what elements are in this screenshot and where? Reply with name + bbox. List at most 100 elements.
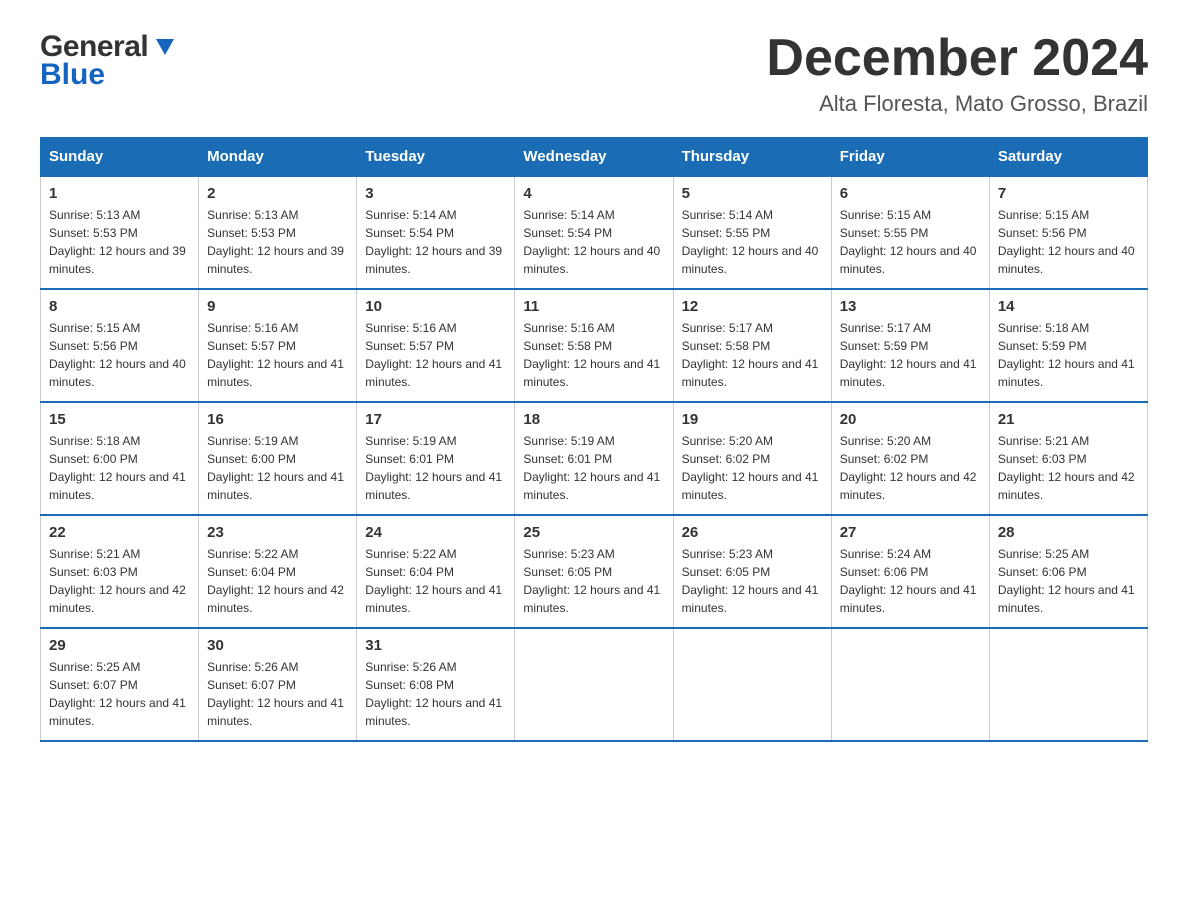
- day-info: Sunrise: 5:19 AM Sunset: 6:01 PM Dayligh…: [523, 432, 664, 504]
- day-info: Sunrise: 5:15 AM Sunset: 5:56 PM Dayligh…: [998, 206, 1139, 278]
- day-number: 19: [682, 411, 823, 428]
- day-number: 18: [523, 411, 664, 428]
- day-info: Sunrise: 5:19 AM Sunset: 6:01 PM Dayligh…: [365, 432, 506, 504]
- day-number: 3: [365, 185, 506, 202]
- day-info: Sunrise: 5:20 AM Sunset: 6:02 PM Dayligh…: [840, 432, 981, 504]
- day-info: Sunrise: 5:15 AM Sunset: 5:56 PM Dayligh…: [49, 319, 190, 391]
- day-info: Sunrise: 5:14 AM Sunset: 5:55 PM Dayligh…: [682, 206, 823, 278]
- day-info: Sunrise: 5:13 AM Sunset: 5:53 PM Dayligh…: [207, 206, 348, 278]
- day-info: Sunrise: 5:18 AM Sunset: 6:00 PM Dayligh…: [49, 432, 190, 504]
- calendar-cell: 20 Sunrise: 5:20 AM Sunset: 6:02 PM Dayl…: [831, 402, 989, 515]
- calendar-header-tuesday: Tuesday: [357, 138, 515, 177]
- calendar-header-sunday: Sunday: [41, 138, 199, 177]
- logo-arrow-icon: [150, 33, 180, 63]
- day-info: Sunrise: 5:14 AM Sunset: 5:54 PM Dayligh…: [365, 206, 506, 278]
- logo: General Blue: [40, 30, 180, 90]
- calendar-cell: 12 Sunrise: 5:17 AM Sunset: 5:58 PM Dayl…: [673, 289, 831, 402]
- day-info: Sunrise: 5:13 AM Sunset: 5:53 PM Dayligh…: [49, 206, 190, 278]
- calendar-cell: 17 Sunrise: 5:19 AM Sunset: 6:01 PM Dayl…: [357, 402, 515, 515]
- day-number: 17: [365, 411, 506, 428]
- day-info: Sunrise: 5:18 AM Sunset: 5:59 PM Dayligh…: [998, 319, 1139, 391]
- calendar-cell: 5 Sunrise: 5:14 AM Sunset: 5:55 PM Dayli…: [673, 176, 831, 289]
- month-title: December 2024: [766, 30, 1148, 87]
- day-info: Sunrise: 5:25 AM Sunset: 6:07 PM Dayligh…: [49, 658, 190, 730]
- calendar-cell: 31 Sunrise: 5:26 AM Sunset: 6:08 PM Dayl…: [357, 628, 515, 741]
- day-number: 16: [207, 411, 348, 428]
- calendar-cell: 6 Sunrise: 5:15 AM Sunset: 5:55 PM Dayli…: [831, 176, 989, 289]
- day-number: 9: [207, 298, 348, 315]
- calendar-cell: 16 Sunrise: 5:19 AM Sunset: 6:00 PM Dayl…: [199, 402, 357, 515]
- calendar-cell: [831, 628, 989, 741]
- day-info: Sunrise: 5:24 AM Sunset: 6:06 PM Dayligh…: [840, 545, 981, 617]
- calendar-table: SundayMondayTuesdayWednesdayThursdayFrid…: [40, 137, 1148, 742]
- day-number: 4: [523, 185, 664, 202]
- day-info: Sunrise: 5:23 AM Sunset: 6:05 PM Dayligh…: [523, 545, 664, 617]
- page-header: General Blue December 2024 Alta Floresta…: [40, 30, 1148, 117]
- calendar-cell: 10 Sunrise: 5:16 AM Sunset: 5:57 PM Dayl…: [357, 289, 515, 402]
- day-number: 15: [49, 411, 190, 428]
- day-info: Sunrise: 5:22 AM Sunset: 6:04 PM Dayligh…: [365, 545, 506, 617]
- calendar-cell: 14 Sunrise: 5:18 AM Sunset: 5:59 PM Dayl…: [989, 289, 1147, 402]
- day-number: 28: [998, 524, 1139, 541]
- day-number: 13: [840, 298, 981, 315]
- calendar-cell: [673, 628, 831, 741]
- day-number: 5: [682, 185, 823, 202]
- calendar-cell: 11 Sunrise: 5:16 AM Sunset: 5:58 PM Dayl…: [515, 289, 673, 402]
- calendar-week-2: 8 Sunrise: 5:15 AM Sunset: 5:56 PM Dayli…: [41, 289, 1148, 402]
- day-number: 1: [49, 185, 190, 202]
- day-info: Sunrise: 5:16 AM Sunset: 5:57 PM Dayligh…: [365, 319, 506, 391]
- calendar-cell: 23 Sunrise: 5:22 AM Sunset: 6:04 PM Dayl…: [199, 515, 357, 628]
- day-number: 25: [523, 524, 664, 541]
- day-number: 30: [207, 637, 348, 654]
- title-block: December 2024 Alta Floresta, Mato Grosso…: [766, 30, 1148, 117]
- day-number: 10: [365, 298, 506, 315]
- day-info: Sunrise: 5:26 AM Sunset: 6:08 PM Dayligh…: [365, 658, 506, 730]
- calendar-header-row: SundayMondayTuesdayWednesdayThursdayFrid…: [41, 138, 1148, 177]
- calendar-cell: 21 Sunrise: 5:21 AM Sunset: 6:03 PM Dayl…: [989, 402, 1147, 515]
- day-info: Sunrise: 5:21 AM Sunset: 6:03 PM Dayligh…: [49, 545, 190, 617]
- day-number: 8: [49, 298, 190, 315]
- day-number: 29: [49, 637, 190, 654]
- day-number: 12: [682, 298, 823, 315]
- day-number: 6: [840, 185, 981, 202]
- calendar-week-5: 29 Sunrise: 5:25 AM Sunset: 6:07 PM Dayl…: [41, 628, 1148, 741]
- day-info: Sunrise: 5:16 AM Sunset: 5:57 PM Dayligh…: [207, 319, 348, 391]
- day-info: Sunrise: 5:17 AM Sunset: 5:58 PM Dayligh…: [682, 319, 823, 391]
- day-number: 24: [365, 524, 506, 541]
- calendar-week-4: 22 Sunrise: 5:21 AM Sunset: 6:03 PM Dayl…: [41, 515, 1148, 628]
- day-info: Sunrise: 5:17 AM Sunset: 5:59 PM Dayligh…: [840, 319, 981, 391]
- calendar-cell: 24 Sunrise: 5:22 AM Sunset: 6:04 PM Dayl…: [357, 515, 515, 628]
- day-info: Sunrise: 5:26 AM Sunset: 6:07 PM Dayligh…: [207, 658, 348, 730]
- calendar-header-friday: Friday: [831, 138, 989, 177]
- day-info: Sunrise: 5:23 AM Sunset: 6:05 PM Dayligh…: [682, 545, 823, 617]
- location-title: Alta Floresta, Mato Grosso, Brazil: [766, 91, 1148, 117]
- day-info: Sunrise: 5:19 AM Sunset: 6:00 PM Dayligh…: [207, 432, 348, 504]
- calendar-cell: 1 Sunrise: 5:13 AM Sunset: 5:53 PM Dayli…: [41, 176, 199, 289]
- logo-blue: Blue: [40, 60, 105, 90]
- day-number: 26: [682, 524, 823, 541]
- day-info: Sunrise: 5:20 AM Sunset: 6:02 PM Dayligh…: [682, 432, 823, 504]
- day-number: 21: [998, 411, 1139, 428]
- calendar-header-wednesday: Wednesday: [515, 138, 673, 177]
- day-number: 11: [523, 298, 664, 315]
- calendar-header-saturday: Saturday: [989, 138, 1147, 177]
- day-number: 14: [998, 298, 1139, 315]
- calendar-week-3: 15 Sunrise: 5:18 AM Sunset: 6:00 PM Dayl…: [41, 402, 1148, 515]
- calendar-header-monday: Monday: [199, 138, 357, 177]
- calendar-header-thursday: Thursday: [673, 138, 831, 177]
- day-number: 31: [365, 637, 506, 654]
- day-info: Sunrise: 5:16 AM Sunset: 5:58 PM Dayligh…: [523, 319, 664, 391]
- calendar-cell: 18 Sunrise: 5:19 AM Sunset: 6:01 PM Dayl…: [515, 402, 673, 515]
- calendar-cell: [515, 628, 673, 741]
- calendar-cell: 2 Sunrise: 5:13 AM Sunset: 5:53 PM Dayli…: [199, 176, 357, 289]
- calendar-cell: 4 Sunrise: 5:14 AM Sunset: 5:54 PM Dayli…: [515, 176, 673, 289]
- day-number: 7: [998, 185, 1139, 202]
- day-info: Sunrise: 5:14 AM Sunset: 5:54 PM Dayligh…: [523, 206, 664, 278]
- calendar-cell: 28 Sunrise: 5:25 AM Sunset: 6:06 PM Dayl…: [989, 515, 1147, 628]
- calendar-cell: 13 Sunrise: 5:17 AM Sunset: 5:59 PM Dayl…: [831, 289, 989, 402]
- day-info: Sunrise: 5:15 AM Sunset: 5:55 PM Dayligh…: [840, 206, 981, 278]
- calendar-cell: 3 Sunrise: 5:14 AM Sunset: 5:54 PM Dayli…: [357, 176, 515, 289]
- day-number: 22: [49, 524, 190, 541]
- calendar-cell: [989, 628, 1147, 741]
- calendar-cell: 22 Sunrise: 5:21 AM Sunset: 6:03 PM Dayl…: [41, 515, 199, 628]
